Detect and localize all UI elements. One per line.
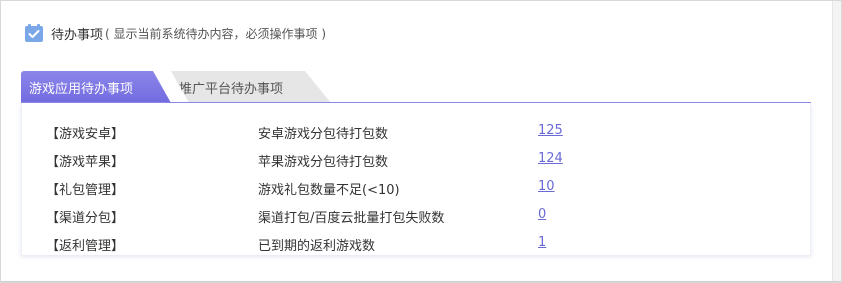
todo-panel-frame: 待办事项 ( 显示当前系统待办内容，必须操作事项 ) 游戏应用待办事项 推广平台… bbox=[0, 0, 842, 283]
item-description: 已到期的返利游戏数 bbox=[258, 239, 376, 254]
todo-list[interactable]: 【游戏安卓】 安卓游戏分包待打包数 125 【游戏苹果】 苹果游戏分包待打包数 … bbox=[21, 103, 811, 255]
item-count-link[interactable]: 124 bbox=[538, 151, 563, 166]
tab-label: 游戏应用待办事项 bbox=[29, 81, 134, 97]
item-category: 【游戏安卓】 bbox=[46, 127, 125, 142]
item-category: 【渠道分包】 bbox=[46, 211, 125, 226]
list-item: 【游戏安卓】 安卓游戏分包待打包数 125 bbox=[22, 117, 810, 145]
list-item: 【游戏苹果】 苹果游戏分包待打包数 124 bbox=[22, 145, 810, 173]
calendar-check-icon bbox=[24, 23, 44, 43]
section-header: 待办事项 ( 显示当前系统待办内容，必须操作事项 ) bbox=[24, 22, 326, 44]
tab-label: 推广平台待办事项 bbox=[179, 81, 284, 97]
divider bbox=[1, 281, 841, 282]
item-description: 苹果游戏分包待打包数 bbox=[258, 155, 389, 170]
item-category: 【返利管理】 bbox=[46, 239, 125, 254]
tab-bar: 游戏应用待办事项 推广平台待办事项 bbox=[21, 71, 811, 103]
item-description: 游戏礼包数量不足(<10) bbox=[258, 183, 400, 198]
item-category: 【游戏苹果】 bbox=[46, 155, 125, 170]
list-item: 【返利管理】 已到期的返利游戏数 1 bbox=[22, 229, 810, 255]
scrollbar-track[interactable] bbox=[832, 1, 841, 282]
item-count-link[interactable]: 125 bbox=[538, 123, 563, 138]
item-count-link[interactable]: 1 bbox=[538, 235, 546, 250]
list-item: 【礼包管理】 游戏礼包数量不足(<10) 10 bbox=[22, 173, 810, 201]
page-subtitle: ( 显示当前系统待办内容，必须操作事项 ) bbox=[105, 26, 327, 41]
page-title: 待办事项 bbox=[51, 27, 104, 43]
item-count-link[interactable]: 10 bbox=[538, 179, 555, 194]
item-description: 安卓游戏分包待打包数 bbox=[258, 127, 389, 142]
tab-promo-platform-todos[interactable]: 推广平台待办事项 bbox=[171, 71, 331, 103]
item-count-link[interactable]: 0 bbox=[538, 207, 546, 222]
item-category: 【礼包管理】 bbox=[46, 183, 125, 198]
list-item: 【渠道分包】 渠道打包/百度云批量打包失败数 0 bbox=[22, 201, 810, 229]
tab-game-app-todos[interactable]: 游戏应用待办事项 bbox=[21, 71, 171, 103]
item-description: 渠道打包/百度云批量打包失败数 bbox=[258, 211, 445, 226]
